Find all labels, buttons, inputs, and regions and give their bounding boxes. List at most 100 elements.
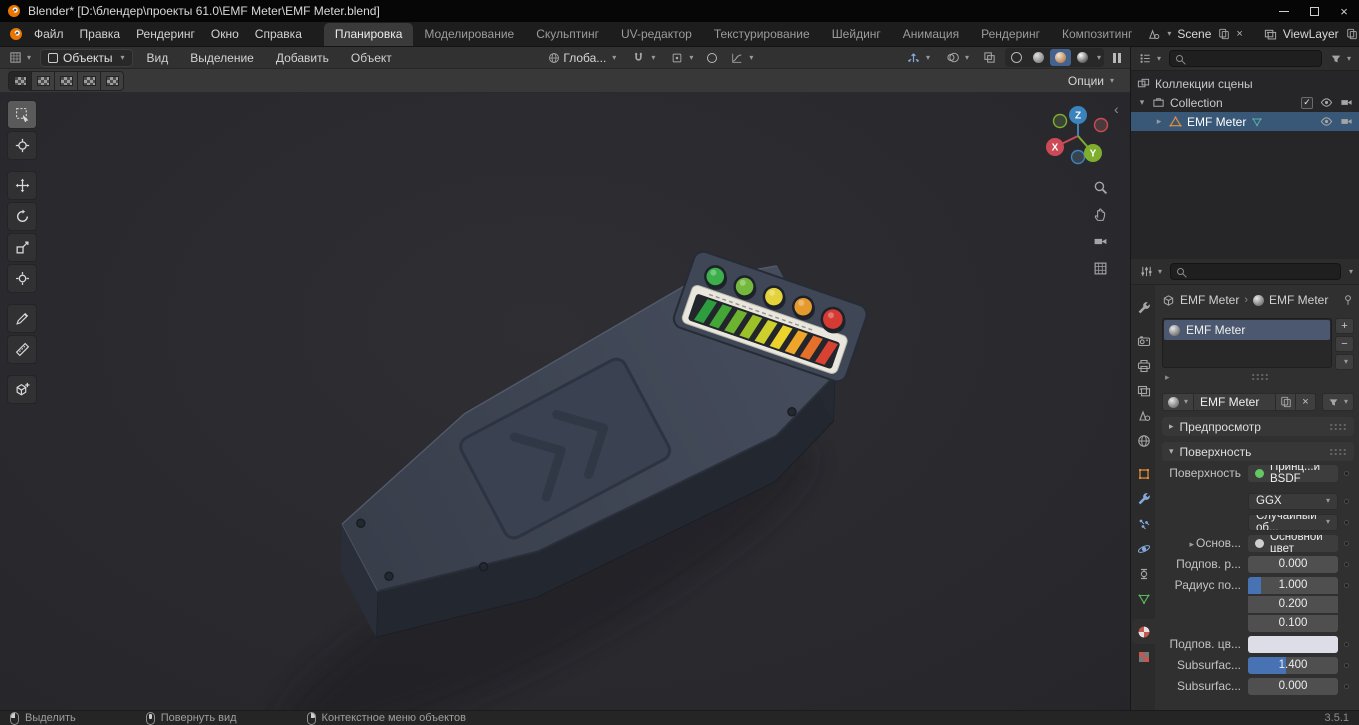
shading-material-button[interactable] (1050, 49, 1071, 66)
subsurface-radius-y-field[interactable]: 0.200 (1248, 595, 1338, 613)
tool-options-button[interactable]: Опции ▾ (1060, 72, 1122, 90)
distribution-select[interactable]: GGX ▾ (1248, 492, 1338, 510)
subsurface-radius-x-field[interactable]: 1.000 (1248, 576, 1338, 594)
menu-object[interactable]: Объект (343, 48, 400, 68)
decorator[interactable] (1338, 582, 1354, 588)
menu-add[interactable]: Добавить (268, 48, 337, 68)
menu-window[interactable]: Окно (203, 24, 247, 44)
object-disclosure-icon[interactable]: ▸ (1154, 116, 1164, 127)
orthographic-toggle-button[interactable] (1088, 256, 1112, 280)
add-view-layer-button[interactable] (1345, 28, 1359, 40)
tab-layout[interactable]: Планировка (323, 23, 414, 46)
add-cube-tool[interactable] (7, 375, 37, 404)
new-scene-button[interactable] (1217, 28, 1231, 40)
scene-dropdown-icon[interactable]: ▾ (1167, 30, 1171, 38)
tab-uv-editor[interactable]: UV-редактор (610, 23, 703, 46)
subsurface-ior-slider[interactable]: 1.400 (1248, 656, 1338, 674)
breadcrumb-material[interactable]: EMF Meter (1269, 293, 1328, 307)
camera-view-button[interactable] (1088, 229, 1112, 253)
tab-sculpting[interactable]: Скульптинг (525, 23, 610, 46)
minimize-button[interactable] (1269, 0, 1299, 22)
tab-shading[interactable]: Шейдинг (821, 23, 892, 46)
tab-view-layer[interactable] (1132, 378, 1155, 403)
decorator[interactable] (1338, 683, 1354, 689)
tab-object-data[interactable] (1132, 586, 1155, 611)
shading-wireframe-button[interactable] (1006, 49, 1027, 66)
menu-view[interactable]: Вид (139, 48, 177, 68)
shading-rendered-button[interactable] (1072, 49, 1093, 66)
axis-neg-x-handle[interactable] (1093, 117, 1109, 133)
tab-constraints[interactable] (1132, 561, 1155, 586)
slot-expand-arrow[interactable]: ▸ (1165, 372, 1170, 383)
select-box-tool[interactable] (7, 100, 37, 129)
xray-toggle[interactable] (980, 50, 999, 65)
show-gizmos-toggle[interactable]: ▾ (902, 49, 935, 67)
shading-dropdown-icon[interactable]: ▾ (1097, 53, 1101, 62)
cursor-tool[interactable] (7, 131, 37, 160)
scene-name[interactable]: Scene (1175, 27, 1213, 41)
scene-browse-icon[interactable] (1147, 28, 1160, 41)
collection-checkbox[interactable]: ✓ (1301, 96, 1313, 109)
tab-material[interactable] (1132, 619, 1155, 644)
tab-world[interactable] (1132, 428, 1155, 453)
view-layer-name[interactable]: ViewLayer (1281, 27, 1341, 41)
axis-neg-z-handle[interactable] (1070, 149, 1086, 165)
hide-object-icon[interactable] (1320, 115, 1333, 128)
menu-select[interactable]: Выделение (182, 48, 262, 68)
outliner-filter-button[interactable]: ▾ (1327, 52, 1354, 66)
decorator[interactable] (1338, 519, 1354, 525)
material-specials-button[interactable]: ▾ (1335, 354, 1354, 370)
menu-render[interactable]: Рендеринг (128, 24, 203, 44)
select-mode-extend-button[interactable] (32, 71, 54, 90)
subsurface-method-select[interactable]: Случайный об... ▾ (1248, 513, 1338, 531)
collection-disclosure-icon[interactable]: ▾ (1137, 97, 1147, 108)
close-button[interactable]: × (1329, 0, 1359, 22)
tab-texture[interactable] (1132, 644, 1155, 669)
blender-menu-button[interactable] (6, 26, 26, 42)
decorator[interactable] (1338, 470, 1354, 476)
decorator[interactable] (1338, 561, 1354, 567)
tab-modeling[interactable]: Моделирование (413, 23, 525, 46)
rotate-tool[interactable] (7, 202, 37, 231)
subsurface-color-swatch[interactable] (1248, 635, 1338, 653)
emf-meter-model[interactable] (0, 93, 1130, 710)
tab-particles[interactable] (1132, 511, 1155, 536)
mode-select[interactable]: Объекты ▾ (40, 48, 133, 67)
editor-type-button[interactable]: ▾ (6, 50, 34, 65)
axis-neg-y-handle[interactable] (1052, 113, 1068, 129)
tab-modifiers[interactable] (1132, 486, 1155, 511)
annotate-tool[interactable] (7, 304, 37, 333)
sidebar-collapse-arrow[interactable]: ‹ (1114, 101, 1119, 117)
viewport-3d[interactable]: Z X Y ‹ (0, 93, 1130, 710)
tab-output[interactable] (1132, 353, 1155, 378)
hide-in-viewport-icon[interactable] (1320, 96, 1333, 109)
pin-icon[interactable] (1342, 294, 1354, 306)
navigation-gizmo[interactable]: Z X Y (1038, 95, 1118, 175)
measure-tool[interactable] (7, 335, 37, 364)
menu-help[interactable]: Справка (247, 24, 310, 44)
select-mode-intersect-button[interactable] (101, 71, 123, 90)
transform-tool[interactable] (7, 264, 37, 293)
unlink-material-button[interactable]: × (1296, 393, 1316, 411)
tab-physics[interactable] (1132, 536, 1155, 561)
properties-editor-type-button[interactable]: ▾ (1137, 264, 1165, 279)
tab-texture-paint[interactable]: Текстурирование (703, 23, 821, 46)
resize-grip[interactable] (1251, 373, 1270, 381)
subsurface-anisotropy-field[interactable]: 0.000 (1248, 677, 1338, 695)
material-name-field[interactable]: EMF Meter (1194, 393, 1276, 411)
outliner-row-collection[interactable]: ▾ Collection ✓ (1131, 93, 1359, 112)
outliner-row-scene-collection[interactable]: Коллекции сцены (1131, 74, 1359, 93)
material-slot-item[interactable]: EMF Meter (1164, 320, 1330, 340)
tab-render[interactable] (1132, 328, 1155, 353)
tab-animation[interactable]: Анимация (892, 23, 970, 46)
select-mode-invert-button[interactable] (78, 71, 100, 90)
panel-grip[interactable] (1329, 422, 1347, 431)
properties-options-dropdown[interactable]: ▾ (1349, 267, 1353, 276)
subsurface-radius-z-field[interactable]: 0.100 (1248, 614, 1338, 632)
scale-tool[interactable] (7, 233, 37, 262)
show-overlays-toggle[interactable]: ▾ (941, 49, 974, 67)
subsurface-weight-field[interactable]: 0.000 (1248, 555, 1338, 573)
properties-search-input[interactable] (1170, 263, 1341, 280)
panel-preview[interactable]: ▸ Предпросмотр (1162, 417, 1354, 436)
disable-in-renders-icon[interactable] (1340, 96, 1353, 109)
